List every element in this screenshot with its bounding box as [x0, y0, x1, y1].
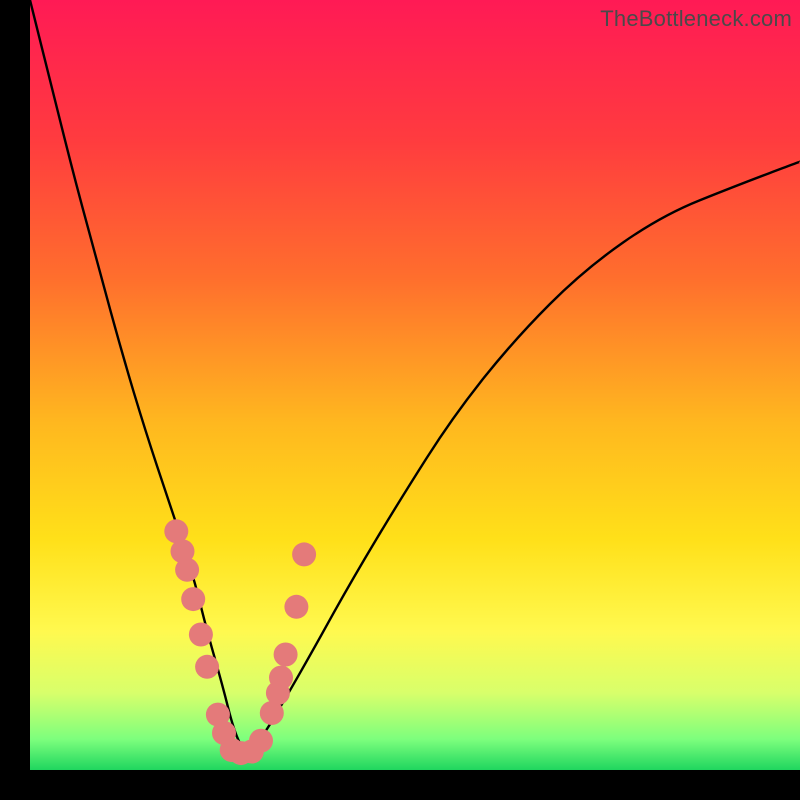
data-point [284, 595, 308, 619]
data-point [181, 587, 205, 611]
data-point [269, 666, 293, 690]
data-point [292, 542, 316, 566]
chart-area: TheBottleneck.com [30, 0, 800, 770]
data-point [249, 729, 273, 753]
chart-frame: TheBottleneck.com [0, 0, 800, 800]
data-point [195, 655, 219, 679]
data-points-group [164, 519, 316, 765]
data-point [189, 623, 213, 647]
watermark-label: TheBottleneck.com [600, 6, 792, 32]
bottleneck-curve [30, 0, 800, 750]
data-point [175, 558, 199, 582]
curve-layer [30, 0, 800, 770]
data-point [274, 643, 298, 667]
